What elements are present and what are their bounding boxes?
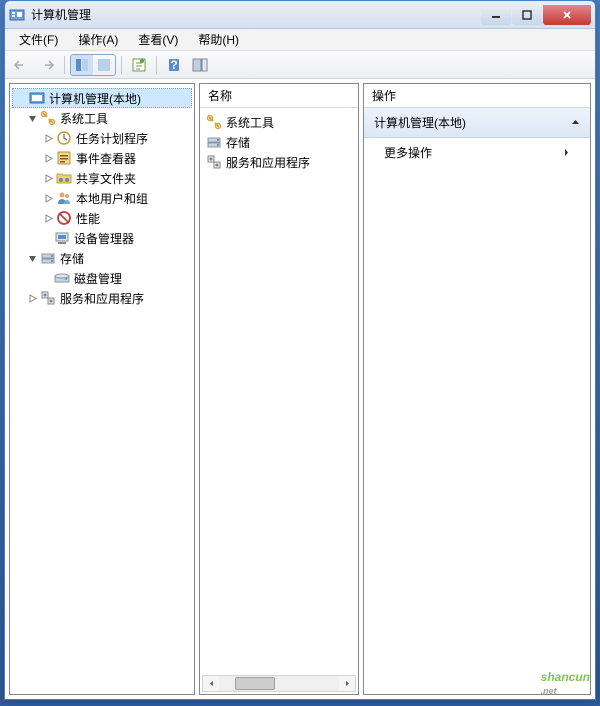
list-item[interactable]: 存储 [204,132,354,152]
expand-icon[interactable] [42,152,54,164]
view-toggle-group [70,54,116,76]
list-item[interactable]: 系统工具 [204,112,354,132]
collapse-up-icon [571,118,580,127]
shared-folder-icon [56,170,72,186]
watermark: shancun.net [541,665,590,696]
disk-mgmt-icon [54,270,70,286]
list-header[interactable]: 名称 [200,84,358,108]
tree-event-viewer[interactable]: 事件查看器 [12,148,192,168]
toolbar: ? [5,51,595,79]
content-area: 计算机管理(本地) 系统工具 任务计划程序 事件查看器 [5,79,595,699]
services-icon [40,290,56,306]
collapse-icon[interactable] [26,252,38,264]
action-label: 更多操作 [384,144,432,161]
tree-label: 事件查看器 [76,150,136,167]
menu-view[interactable]: 查看(V) [128,29,188,50]
tree-panel: 计算机管理(本地) 系统工具 任务计划程序 事件查看器 [9,83,195,695]
tree-task-scheduler[interactable]: 任务计划程序 [12,128,192,148]
actions-content: 计算机管理(本地) 更多操作 [364,108,590,694]
collapse-icon[interactable] [26,112,38,124]
tree-label: 系统工具 [60,110,108,127]
tree-disk-management[interactable]: 磁盘管理 [12,268,192,288]
tree-label: 设备管理器 [74,230,134,247]
list-label: 系统工具 [226,114,274,131]
tree-label: 性能 [76,210,100,227]
tree-label: 本地用户和组 [76,190,148,207]
list-item[interactable]: 服务和应用程序 [204,152,354,172]
main-window: 计算机管理 文件(F) 操作(A) 查看(V) 帮助(H) ? [4,0,596,700]
tree-label: 存储 [60,250,84,267]
storage-icon [206,134,222,150]
toolbar-separator [64,56,65,74]
tree-system-tools[interactable]: 系统工具 [12,108,192,128]
menu-file[interactable]: 文件(F) [9,29,68,50]
actions-panel: 操作 计算机管理(本地) 更多操作 [363,83,591,695]
tree-device-manager[interactable]: 设备管理器 [12,228,192,248]
expander-icon[interactable] [15,92,27,104]
expand-icon[interactable] [42,132,54,144]
tree-services-apps[interactable]: 服务和应用程序 [12,288,192,308]
list-label: 存储 [226,134,250,151]
tree-label: 共享文件夹 [76,170,136,187]
svg-text:?: ? [170,58,177,72]
tree-label: 任务计划程序 [76,130,148,147]
users-icon [56,190,72,206]
tree-root[interactable]: 计算机管理(本地) [12,88,192,108]
tree-performance[interactable]: 性能 [12,208,192,228]
scroll-left-icon[interactable] [203,676,219,691]
horizontal-scrollbar[interactable] [202,675,356,692]
list-content: 系统工具 存储 服务和应用程序 [200,108,358,694]
scroll-thumb[interactable] [235,677,275,690]
chevron-right-icon [563,148,570,157]
show-list-button[interactable] [93,55,115,75]
navigation-tree: 计算机管理(本地) 系统工具 任务计划程序 事件查看器 [10,84,194,694]
show-tree-button[interactable] [71,55,93,75]
toolbar-separator [121,56,122,74]
tree-storage[interactable]: 存储 [12,248,192,268]
app-icon [9,7,25,23]
services-icon [206,154,222,170]
menubar: 文件(F) 操作(A) 查看(V) 帮助(H) [5,29,595,51]
tree-label: 计算机管理(本地) [49,90,141,107]
minimize-button[interactable] [481,5,511,25]
computer-mgmt-icon [29,90,45,106]
action-section[interactable]: 计算机管理(本地) [364,108,590,138]
menu-action[interactable]: 操作(A) [68,29,128,50]
clock-icon [56,130,72,146]
scroll-right-icon[interactable] [339,676,355,691]
menu-help[interactable]: 帮助(H) [188,29,249,50]
event-viewer-icon [56,150,72,166]
action-section-label: 计算机管理(本地) [374,114,466,131]
expand-icon[interactable] [42,212,54,224]
nav-forward-button[interactable] [35,54,59,76]
close-button[interactable] [543,5,591,25]
expand-icon[interactable] [42,192,54,204]
help-button[interactable]: ? [162,54,186,76]
expand-icon[interactable] [42,172,54,184]
device-manager-icon [54,230,70,246]
show-actions-button[interactable] [188,54,212,76]
list-label: 服务和应用程序 [226,154,310,171]
tree-label: 服务和应用程序 [60,290,144,307]
titlebar[interactable]: 计算机管理 [5,1,595,29]
action-more[interactable]: 更多操作 [364,138,590,167]
expand-icon[interactable] [26,292,38,304]
list-panel: 名称 系统工具 存储 服务和应用程序 [199,83,359,695]
maximize-button[interactable] [512,5,542,25]
tree-shared-folders[interactable]: 共享文件夹 [12,168,192,188]
tools-icon [206,114,222,130]
tree-local-users[interactable]: 本地用户和组 [12,188,192,208]
actions-header: 操作 [364,84,590,108]
storage-icon [40,250,56,266]
window-title: 计算机管理 [31,6,481,23]
nav-back-button[interactable] [9,54,33,76]
tree-label: 磁盘管理 [74,270,122,287]
toolbar-separator [156,56,157,74]
properties-button[interactable] [127,54,151,76]
performance-icon [56,210,72,226]
tools-icon [40,110,56,126]
